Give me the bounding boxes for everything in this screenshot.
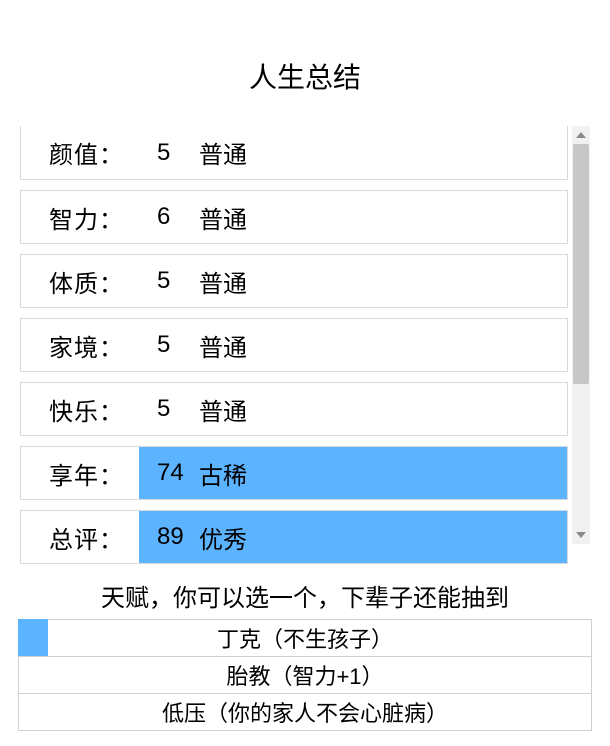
scroll-up-button[interactable] bbox=[572, 126, 590, 144]
stat-value-number: 5 bbox=[157, 331, 187, 359]
talent-option[interactable]: 丁克（不生孩子） bbox=[18, 619, 592, 657]
talent-option[interactable]: 低压（你的家人不会心脏病） bbox=[18, 693, 592, 731]
stat-value-grade: 普通 bbox=[199, 392, 247, 427]
stat-row: 享年： 74 古稀 bbox=[20, 446, 568, 500]
stat-value-grade: 普通 bbox=[199, 200, 247, 235]
stat-value: 5 普通 bbox=[139, 319, 567, 371]
stat-row: 智力： 6 普通 bbox=[20, 190, 568, 244]
stat-label: 总评： bbox=[21, 511, 139, 563]
stat-label: 体质： bbox=[21, 255, 139, 307]
stat-value-number: 5 bbox=[157, 267, 187, 295]
stat-label: 智力： bbox=[21, 191, 139, 243]
stat-row: 快乐： 5 普通 bbox=[20, 382, 568, 436]
stat-value-grade: 普通 bbox=[199, 135, 247, 170]
stats-list: 颜值： 5 普通 智力： 6 普通 体质： 5 普通 bbox=[20, 126, 590, 564]
talent-section: 天赋，你可以选一个，下辈子还能抽到 丁克（不生孩子） 胎教（智力+1） 低压（你… bbox=[18, 570, 592, 731]
talent-prompt: 天赋，你可以选一个，下辈子还能抽到 bbox=[18, 570, 592, 619]
stat-row: 总评： 89 优秀 bbox=[20, 510, 568, 564]
selected-indicator bbox=[18, 619, 48, 657]
stat-value-number: 5 bbox=[157, 395, 187, 423]
stat-value-number: 5 bbox=[157, 139, 187, 167]
stat-value: 74 古稀 bbox=[139, 447, 567, 499]
stat-value-number: 6 bbox=[157, 203, 187, 231]
stat-value: 6 普通 bbox=[139, 191, 567, 243]
stat-value-grade: 优秀 bbox=[199, 520, 247, 555]
talent-option-label: 胎教（智力+1） bbox=[226, 659, 383, 691]
talent-option-label: 丁克（不生孩子） bbox=[217, 622, 393, 654]
scroll-down-button[interactable] bbox=[572, 526, 590, 544]
page-title: 人生总结 bbox=[0, 56, 610, 96]
chevron-up-icon bbox=[576, 132, 586, 138]
stat-row: 家境： 5 普通 bbox=[20, 318, 568, 372]
stat-value-grade: 普通 bbox=[199, 264, 247, 299]
stat-value-grade: 普通 bbox=[199, 328, 247, 363]
scroll-thumb[interactable] bbox=[573, 144, 589, 384]
stat-label: 快乐： bbox=[21, 383, 139, 435]
chevron-down-icon bbox=[576, 532, 586, 538]
stats-area: 颜值： 5 普通 智力： 6 普通 体质： 5 普通 bbox=[20, 126, 590, 564]
stat-value: 5 普通 bbox=[139, 255, 567, 307]
scrollbar[interactable] bbox=[572, 126, 590, 544]
stat-value: 89 优秀 bbox=[139, 511, 567, 563]
stat-label: 家境： bbox=[21, 319, 139, 371]
stat-value: 5 普通 bbox=[139, 126, 567, 179]
stat-value-number: 74 bbox=[157, 459, 187, 487]
stat-value: 5 普通 bbox=[139, 383, 567, 435]
stat-label: 颜值： bbox=[21, 126, 139, 179]
talent-option[interactable]: 胎教（智力+1） bbox=[18, 656, 592, 694]
stat-value-number: 89 bbox=[157, 523, 187, 551]
stat-row: 颜值： 5 普通 bbox=[20, 126, 568, 180]
stat-value-grade: 古稀 bbox=[199, 456, 247, 491]
stat-label: 享年： bbox=[21, 447, 139, 499]
stat-row: 体质： 5 普通 bbox=[20, 254, 568, 308]
talent-option-label: 低压（你的家人不会心脏病） bbox=[162, 696, 448, 728]
